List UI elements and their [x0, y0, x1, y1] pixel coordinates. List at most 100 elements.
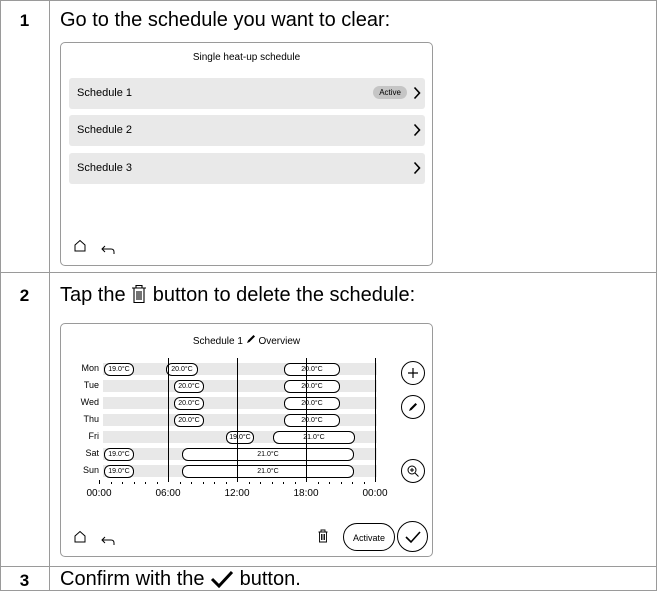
day-label: Mon: [81, 363, 99, 373]
temperature-block[interactable]: 20.0°C: [166, 363, 198, 376]
screen-title: Schedule 1 Overview: [61, 334, 432, 347]
back-arrow-icon[interactable]: [101, 533, 115, 551]
temperature-block[interactable]: 20.0°C: [284, 363, 340, 376]
screen-title-suffix: Overview: [258, 336, 301, 347]
hour-tick: [191, 482, 192, 484]
back-arrow-icon[interactable]: [101, 242, 115, 260]
chevron-right-icon: [413, 123, 421, 140]
schedule-row[interactable]: Schedule 2: [69, 115, 425, 146]
check-icon: [404, 530, 421, 543]
schedule-row-label: Schedule 2: [77, 124, 133, 136]
day-label: Sun: [82, 465, 99, 475]
temperature-block[interactable]: 20.0°C: [284, 380, 340, 393]
row-divider: [0, 566, 657, 567]
day-label: Sat: [85, 448, 99, 458]
hour-tick: [156, 482, 158, 484]
time-gridline: [375, 358, 376, 482]
hour-tick: [179, 482, 181, 484]
schedule-row-label: Schedule 3: [77, 162, 133, 174]
step-instruction: Tap the button to delete the schedule:: [60, 284, 415, 307]
step-instruction: Go to the schedule you want to clear:: [60, 9, 390, 32]
step-number: 1: [19, 11, 30, 30]
hour-tick: [122, 482, 123, 484]
schedule-row[interactable]: Schedule 1 Active: [69, 78, 425, 109]
pencil-icon: [409, 403, 417, 411]
time-tick-label: 06:00: [155, 488, 181, 499]
hour-tick: [225, 482, 227, 484]
day-label: Thu: [83, 414, 99, 424]
hour-tick: [202, 482, 204, 484]
activate-button[interactable]: Activate: [343, 523, 395, 551]
day-label: Wed: [80, 397, 99, 407]
hour-tick: [248, 482, 250, 484]
home-icon[interactable]: [73, 530, 87, 548]
hour-tick: [214, 482, 215, 484]
hour-tick: [145, 482, 146, 484]
hour-tick: [363, 482, 365, 484]
day-label: Tue: [83, 380, 99, 390]
hour-tick: [271, 482, 273, 484]
hour-tick: [133, 482, 135, 484]
temperature-block[interactable]: 21.0°C: [273, 431, 355, 444]
temperature-block[interactable]: 20.0°C: [174, 397, 204, 410]
step-number: 3: [19, 571, 30, 590]
active-badge: Active: [373, 86, 407, 99]
time-tick-label: 18:00: [293, 488, 319, 499]
confirm-button[interactable]: [397, 521, 428, 552]
day-label: Fri: [88, 431, 100, 441]
temperature-block[interactable]: 19.0°C: [104, 465, 134, 478]
chevron-right-icon: [413, 86, 421, 103]
step-instruction: Confirm with the button.: [60, 568, 301, 591]
zoom-in-icon: [407, 465, 419, 477]
row-divider: [0, 272, 657, 273]
hour-tick: [352, 482, 353, 484]
schedule-overview-screen: Schedule 1 Overview Mon 19.0°C 20.0°C 20.0°…: [60, 323, 433, 557]
temperature-block[interactable]: 20.0°C: [174, 380, 204, 393]
step-text: Confirm with the: [60, 568, 211, 590]
trash-icon: [131, 284, 147, 306]
time-tick-label: 00:00: [86, 488, 112, 499]
time-gridline: [306, 358, 307, 482]
hour-tick: [294, 482, 296, 484]
step-text: Tap the: [60, 284, 132, 306]
hour-tick: [329, 482, 330, 484]
screen-title-text: Schedule 1: [192, 336, 243, 347]
add-block-button[interactable]: [401, 361, 425, 385]
step-text: button.: [234, 568, 301, 590]
plus-icon: [408, 368, 418, 378]
hour-tick: [340, 482, 342, 484]
edit-button[interactable]: [401, 395, 425, 419]
temperature-block[interactable]: 21.0°C: [182, 465, 354, 478]
time-tick-label: 12:00: [224, 488, 250, 499]
hour-tick: [317, 482, 319, 484]
temperature-block[interactable]: 19.0°C: [104, 448, 134, 461]
schedule-row-label: Schedule 1: [77, 87, 133, 99]
home-icon[interactable]: [73, 239, 87, 257]
temperature-block[interactable]: 19.0°C: [226, 431, 254, 444]
zoom-button[interactable]: [401, 459, 425, 483]
time-gridline: [168, 358, 169, 482]
schedule-row[interactable]: Schedule 3: [69, 153, 425, 184]
temperature-block[interactable]: 21.0°C: [182, 448, 354, 461]
time-gridline: [237, 358, 238, 482]
temperature-block[interactable]: 20.0°C: [284, 397, 340, 410]
step-text: button to delete the schedule:: [147, 284, 416, 306]
column-divider: [49, 0, 50, 591]
hour-tick: [283, 482, 284, 484]
schedule-list-screen: Single heat-up schedule Schedule 1 Activ…: [60, 42, 433, 266]
hour-tick: [110, 482, 112, 484]
delete-schedule-button[interactable]: [318, 529, 328, 548]
axis-start-tick: [99, 480, 100, 484]
screen-title: Single heat-up schedule: [192, 52, 301, 63]
step-text: Go to the schedule you want to clear:: [60, 9, 391, 31]
hour-tick: [260, 482, 261, 484]
temperature-block[interactable]: 20.0°C: [174, 414, 204, 427]
check-icon: [210, 568, 234, 590]
step-number: 2: [19, 286, 30, 305]
pencil-icon: [246, 335, 256, 347]
temperature-block[interactable]: 19.0°C: [104, 363, 134, 376]
trash-icon: [318, 529, 328, 543]
chevron-right-icon: [413, 161, 421, 178]
time-tick-label: 00:00: [362, 488, 388, 499]
temperature-block[interactable]: 20.0°C: [284, 414, 340, 427]
